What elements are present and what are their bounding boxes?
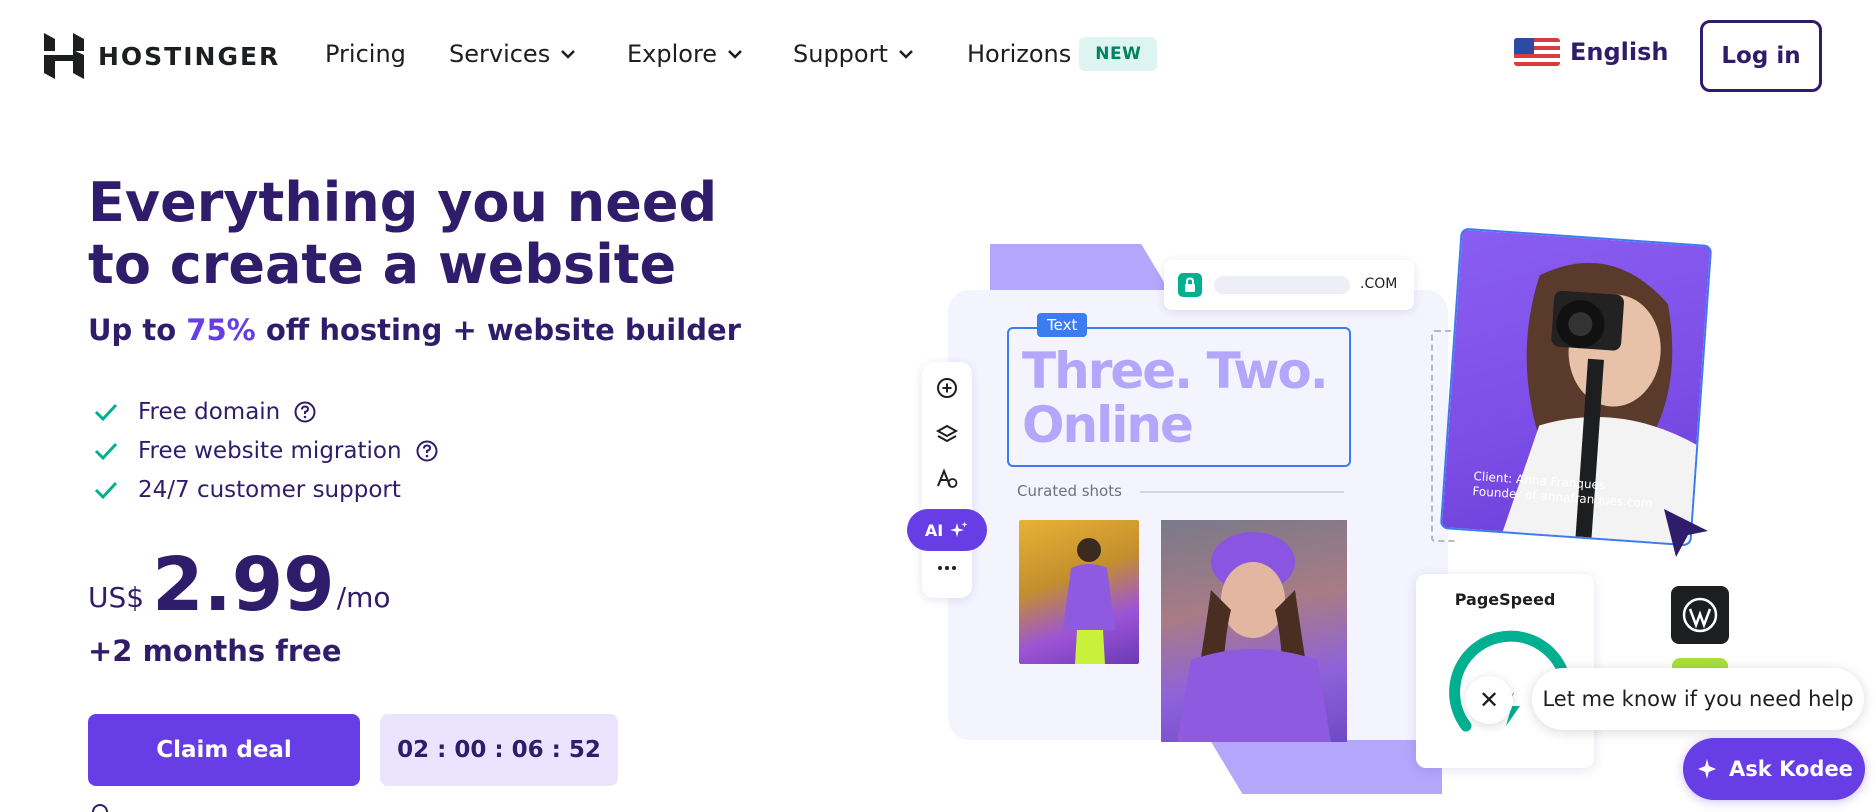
help-message-bubble[interactable]: Let me know if you need help xyxy=(1532,668,1864,730)
fashion-photo-1 xyxy=(1019,520,1139,664)
check-icon xyxy=(94,442,118,460)
url-tld: .COM xyxy=(1360,276,1398,292)
shield-icon xyxy=(92,804,108,812)
nav-support-label: Support xyxy=(793,40,888,68)
top-navigation: HOSTINGER Pricing Services Explore Suppo… xyxy=(0,0,1876,112)
client-photo-card: Client: Anna Franques Founder of annafra… xyxy=(1439,227,1713,547)
feature-list: Free domain Free website migration 24/7 … xyxy=(92,392,438,509)
ask-kodee-button[interactable]: Ask Kodee xyxy=(1683,738,1865,800)
wordpress-icon xyxy=(1671,586,1729,644)
chevron-down-icon xyxy=(728,50,742,59)
chevron-down-icon xyxy=(898,50,913,59)
text-style-icon xyxy=(937,468,958,488)
ask-kodee-label: Ask Kodee xyxy=(1729,757,1853,781)
nav-services-label: Services xyxy=(449,40,551,68)
more-options-icon xyxy=(938,566,956,570)
feature-label: Free website migration xyxy=(138,437,402,464)
nav-support[interactable]: Support xyxy=(793,40,916,68)
login-button[interactable]: Log in xyxy=(1700,20,1822,92)
hostinger-logo-icon xyxy=(44,33,84,79)
feature-label: Free domain xyxy=(138,398,281,425)
close-chat-button[interactable]: ✕ xyxy=(1465,676,1513,724)
curated-label: Curated shots xyxy=(1017,482,1122,500)
brand-name: HOSTINGER xyxy=(98,41,281,71)
check-icon xyxy=(94,481,118,499)
sparkle-icon xyxy=(950,521,968,537)
language-selector[interactable]: English xyxy=(1514,38,1668,66)
feature-item: Free website migration xyxy=(92,431,438,470)
add-circle-icon xyxy=(937,378,957,398)
countdown-timer: 02 : 00 : 06 : 52 xyxy=(380,714,618,786)
claim-deal-button[interactable]: Claim deal xyxy=(88,714,360,786)
hero-title: Everything you need to create a website xyxy=(88,171,718,296)
url-placeholder-line xyxy=(1214,276,1350,294)
price-currency: US$ xyxy=(88,581,145,614)
language-label: English xyxy=(1570,38,1669,66)
nav-horizons-label: Horizons xyxy=(967,40,1072,68)
nav-explore-label: Explore xyxy=(627,40,718,68)
bonus-text: +2 months free xyxy=(88,634,342,668)
mockup-headline: Three. Two. Online xyxy=(1022,342,1329,454)
nav-pricing-label: Pricing xyxy=(325,40,406,68)
divider xyxy=(1140,491,1344,493)
help-circle-icon[interactable] xyxy=(294,401,316,423)
feature-label: 24/7 customer support xyxy=(138,476,401,503)
us-flag-icon xyxy=(1514,38,1560,66)
fashion-photo-2 xyxy=(1161,520,1347,742)
kodee-sparkle-icon xyxy=(1698,759,1717,779)
hostinger-logo[interactable]: HOSTINGER xyxy=(44,33,280,79)
feature-item: 24/7 customer support xyxy=(92,470,438,509)
subtitle-prefix: Up to xyxy=(88,313,187,347)
nav-pricing[interactable]: Pricing xyxy=(325,40,406,68)
feature-item: Free domain xyxy=(92,392,438,431)
lock-icon xyxy=(1178,273,1202,297)
price-period: /mo xyxy=(336,581,391,614)
decorative-tab-shape xyxy=(990,244,1170,292)
pagespeed-title: PageSpeed xyxy=(1454,590,1556,609)
text-element-tag: Text xyxy=(1037,313,1088,337)
price-amount: 2.99 xyxy=(152,542,335,628)
chevron-down-icon xyxy=(561,50,576,59)
help-circle-icon[interactable] xyxy=(416,440,438,462)
check-icon xyxy=(94,403,118,421)
nav-explore[interactable]: Explore xyxy=(627,40,745,68)
editor-toolbar xyxy=(922,362,972,598)
ai-button: AI xyxy=(907,509,987,551)
cursor-arrow-icon xyxy=(1664,509,1708,557)
new-badge: NEW xyxy=(1079,37,1158,71)
hero-subtitle: Up to 75% off hosting + website builder xyxy=(88,313,741,347)
discount-highlight: 75% xyxy=(186,313,256,347)
nav-services[interactable]: Services xyxy=(449,40,578,68)
url-bar-mockup: .COM xyxy=(1164,260,1414,310)
nav-horizons[interactable]: Horizons NEW xyxy=(967,37,1158,71)
subtitle-suffix: off hosting + website builder xyxy=(255,313,741,347)
ai-label: AI xyxy=(924,520,944,540)
decorative-bottom-shape xyxy=(1210,740,1442,794)
price-display: US$ 2.99 /mo xyxy=(88,548,391,622)
layers-icon xyxy=(935,424,959,443)
